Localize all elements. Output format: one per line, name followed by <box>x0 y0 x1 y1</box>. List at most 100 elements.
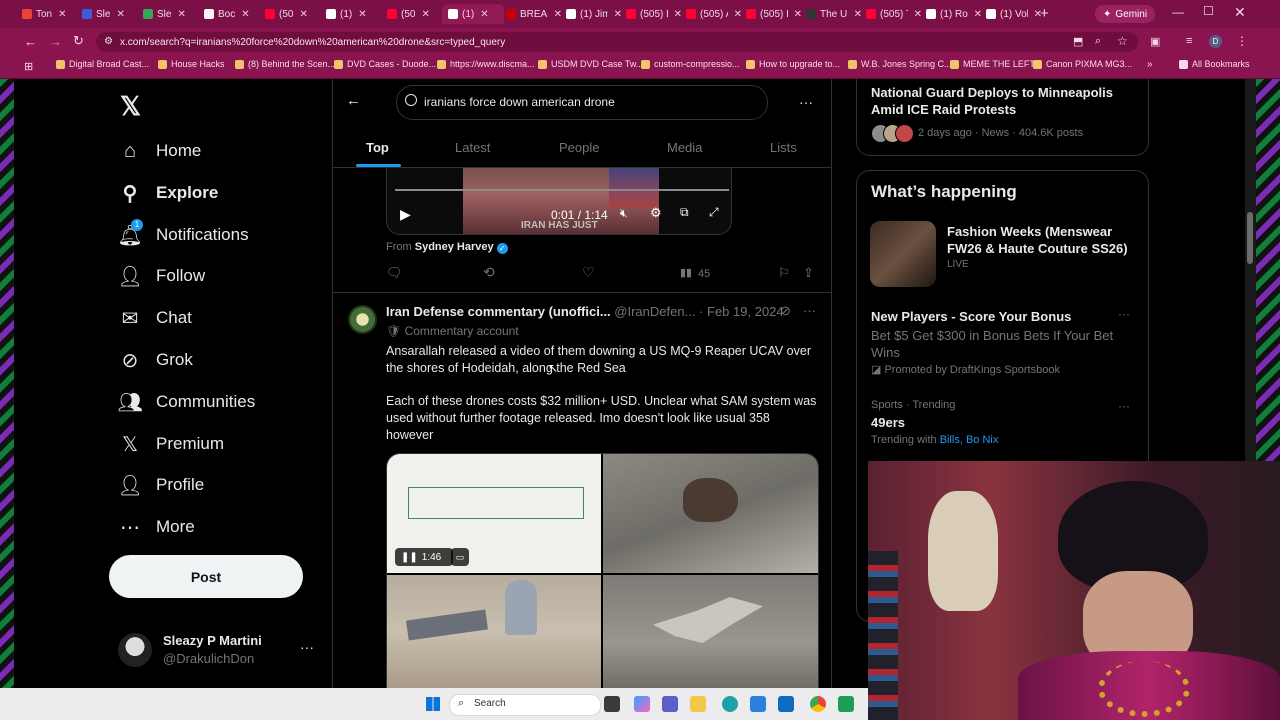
tab-close-icon[interactable]: ✕ <box>177 9 185 20</box>
share-icon[interactable]: ⇪ <box>803 265 814 281</box>
trend-name[interactable]: 49ers <box>871 415 905 430</box>
url-text[interactable]: x.com/search?q=iranians%20force%20down%2… <box>120 37 505 48</box>
fullscreen-icon[interactable]: ⤢ <box>709 205 719 220</box>
reload-button[interactable]: ↻ <box>73 33 84 49</box>
apps-icon[interactable]: ⊞ <box>24 60 33 73</box>
browser-tab[interactable]: (50 ✕ <box>259 4 321 24</box>
profile-avatar[interactable]: D <box>1209 35 1222 48</box>
mail-app-icon[interactable] <box>778 696 794 712</box>
tab-close-icon[interactable]: ✕ <box>58 9 66 20</box>
back-arrow-icon[interactable]: ← <box>346 92 361 109</box>
news-title[interactable]: National Guard Deploys to Minneapolis Am… <box>871 84 1131 118</box>
bookmark-item[interactable]: House Hacks <box>158 59 225 69</box>
sidebar-item-communities[interactable]: 👥︎ Communities <box>117 390 255 414</box>
bookmark-star-icon[interactable]: ☆ <box>1117 34 1128 48</box>
sidebar-item-home[interactable]: ⌂ Home <box>118 139 201 163</box>
bookmarks-overflow-icon[interactable]: » <box>1147 59 1153 70</box>
tab-lists[interactable]: Lists <box>770 140 797 155</box>
media-image-4[interactable] <box>603 575 818 689</box>
event-title[interactable]: Fashion Weeks (Menswear FW26 & Haute Cou… <box>947 223 1137 257</box>
file-explorer-icon[interactable] <box>690 696 706 712</box>
bookmark-item[interactable]: Digital Broad Cast... <box>56 59 149 69</box>
bookmark-item[interactable]: USDM DVD Case Tw... <box>538 59 643 69</box>
media-video-thumbnail[interactable]: ❚❚ 1:46 ▭ <box>387 454 601 573</box>
install-icon[interactable]: ⬒ <box>1073 35 1083 48</box>
browser-tab[interactable]: Sle ✕ <box>76 4 138 24</box>
trend-with-links[interactable]: Bills, Bo Nix <box>940 434 999 446</box>
windows-start-icon[interactable] <box>426 697 440 711</box>
popout-icon[interactable]: ⧉ <box>680 205 689 220</box>
media-image-3[interactable] <box>387 575 601 689</box>
tab-close-icon[interactable]: ✕ <box>241 9 249 20</box>
browser-tab[interactable]: The UK✕ <box>800 4 862 24</box>
media-grid[interactable]: ❚❚ 1:46 ▭ <box>386 453 819 690</box>
browser-menu-icon[interactable]: ⋮ <box>1236 34 1248 48</box>
grok-icon[interactable]: ⊘ <box>780 303 791 319</box>
video-card[interactable]: IRAN HAS JUST ▶ 0:01 / 1:14 🔇︎ ⚙ ⧉ ⤢ <box>386 168 732 235</box>
tab-close-icon[interactable]: ✕ <box>299 9 307 20</box>
browser-tab[interactable]: (1) Jim ✕ <box>560 4 622 24</box>
new-tab-button[interactable]: + <box>1040 5 1049 22</box>
like-icon[interactable]: ♡ <box>582 264 595 281</box>
gemini-button[interactable]: ✦ Gemini <box>1095 5 1156 23</box>
bookmark-item[interactable]: https://www.discma... <box>437 59 535 69</box>
tab-close-icon[interactable]: ✕ <box>421 9 429 20</box>
forward-button[interactable]: → <box>49 34 62 49</box>
chrome-icon[interactable] <box>810 696 826 712</box>
sidebar-item-grok[interactable]: ⊘ Grok <box>118 348 193 372</box>
back-button[interactable]: ← <box>24 34 37 49</box>
sidebar-item-more[interactable]: ⋯ More <box>118 515 195 539</box>
bookmark-item[interactable]: MEME THE LEFT <box>950 59 1035 69</box>
maximize-button[interactable]: ☐ <box>1203 4 1214 18</box>
browser-tab[interactable]: (505) In✕ <box>740 4 802 24</box>
tweet-more-icon[interactable]: ··· <box>803 303 816 318</box>
tab-top[interactable]: Top <box>366 140 389 155</box>
bookmark-item[interactable]: DVD Cases - Duode... <box>334 59 436 69</box>
bookmark-item[interactable]: W.B. Jones Spring C... <box>848 59 952 69</box>
close-window-button[interactable]: ✕ <box>1234 4 1246 21</box>
reply-icon[interactable]: 🗨︎ <box>386 265 403 281</box>
video-progress-bar[interactable] <box>395 189 729 191</box>
edge-icon[interactable] <box>722 696 738 712</box>
browser-tab[interactable]: (505) Bi✕ <box>620 4 682 24</box>
tab-close-icon[interactable]: ✕ <box>116 9 124 20</box>
search-more-icon[interactable]: ··· <box>799 94 813 110</box>
bookmark-item[interactable]: (8) Behind the Scen... <box>235 59 335 69</box>
tab-latest[interactable]: Latest <box>455 140 490 155</box>
copilot-icon[interactable] <box>634 696 650 712</box>
teams-icon[interactable] <box>662 696 678 712</box>
sidepanel-icon[interactable]: ▣ <box>1150 35 1160 48</box>
promo-more-icon[interactable]: ··· <box>1118 307 1130 321</box>
x-logo-icon[interactable]: 𝕏 <box>120 91 141 122</box>
media-image-2[interactable] <box>603 454 818 573</box>
task-view-icon[interactable] <box>604 696 620 712</box>
browser-tab[interactable]: Sle ✕ <box>137 4 199 24</box>
sidebar-item-chat[interactable]: ✉ Chat <box>118 306 192 330</box>
zoom-icon[interactable]: ⌕ <box>1095 35 1101 48</box>
promo-title[interactable]: New Players - Score Your Bonus <box>871 309 1071 324</box>
all-bookmarks-link[interactable]: All Bookmarks <box>1179 59 1250 69</box>
event-thumbnail[interactable] <box>870 221 936 287</box>
sidebar-item-explore[interactable]: ⚲ Explore <box>118 181 219 205</box>
media-controls-icon[interactable]: ≡ <box>1186 35 1192 47</box>
sidebar-item-premium[interactable]: 𝕏 Premium <box>118 432 224 456</box>
settings-icon[interactable]: ⚙ <box>650 205 662 221</box>
scrollbar-thumb[interactable] <box>1247 212 1253 264</box>
tweet-avatar[interactable] <box>348 305 377 334</box>
bookmark-item[interactable]: custom-compressio... <box>641 59 740 69</box>
repost-icon[interactable]: ⟲ <box>483 264 495 281</box>
browser-tab[interactable]: (505) A✕ <box>680 4 742 24</box>
from-author[interactable]: Sydney Harvey <box>415 241 494 253</box>
browser-tab[interactable]: Boc ✕ <box>198 4 260 24</box>
promo-text[interactable]: Bet $5 Get $300 in Bonus Bets If Your Be… <box>871 327 1121 361</box>
tweet-author-handle[interactable]: @IranDefen... <box>614 304 695 319</box>
minimize-button[interactable]: — <box>1172 5 1184 19</box>
post-button[interactable]: Post <box>109 555 303 598</box>
sidebar-item-follow[interactable]: 👤︎ Follow <box>117 264 205 288</box>
tab-people[interactable]: People <box>559 140 599 155</box>
mute-icon[interactable]: 🔇︎ <box>620 206 628 221</box>
tab-close-icon[interactable]: ✕ <box>480 9 488 20</box>
site-info-icon[interactable]: ⚙ <box>104 36 113 47</box>
views-icon[interactable]: ▮▮ <box>680 266 692 279</box>
tweet-date[interactable]: Feb 19, 2024 <box>707 304 784 319</box>
